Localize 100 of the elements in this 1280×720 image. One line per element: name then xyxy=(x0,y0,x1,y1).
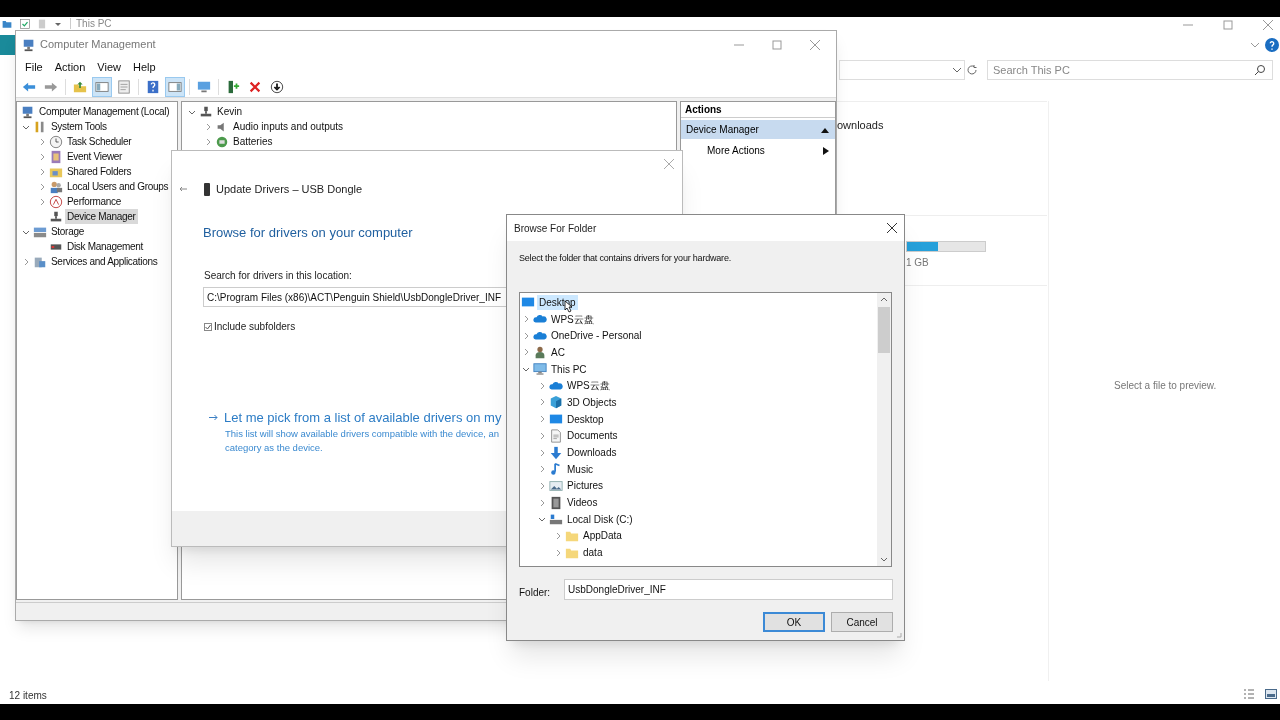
menu-item[interactable]: Action xyxy=(48,58,92,76)
dropdown-chevron-icon[interactable] xyxy=(952,65,962,75)
dialog-button[interactable]: Cancel xyxy=(831,612,893,632)
monitor-icon xyxy=(197,79,211,94)
folder-item[interactable]: Desktop xyxy=(565,411,606,427)
film-icon xyxy=(549,495,563,510)
computer-management-icon xyxy=(22,37,36,52)
tree-item[interactable]: Disk Management xyxy=(65,239,146,254)
folder-icon[interactable] xyxy=(2,18,12,29)
close-icon[interactable] xyxy=(887,223,897,233)
field-label: Search for drivers in this location: xyxy=(204,269,352,283)
tree-item[interactable]: Shared Folders xyxy=(65,164,134,179)
tree-item[interactable]: Local Users and Groups xyxy=(65,179,171,194)
pictures-icon xyxy=(549,478,563,493)
storage-reading: 1 GB xyxy=(906,256,929,270)
actions-pane-entry[interactable]: Device Manager xyxy=(681,120,835,139)
search-icon[interactable] xyxy=(1254,64,1266,76)
device-manager-icon xyxy=(199,104,213,119)
collapse-triangle-icon xyxy=(821,126,829,133)
scroll-down-icon[interactable] xyxy=(880,557,888,562)
document-icon[interactable] xyxy=(38,18,46,29)
preview-message: Select a file to preview. xyxy=(1114,379,1217,393)
submenu-triangle-icon xyxy=(823,146,829,155)
device-category[interactable]: Batteries xyxy=(231,134,275,149)
checkbox-icon[interactable] xyxy=(20,18,30,29)
refresh-icon[interactable] xyxy=(966,64,978,76)
folder-item[interactable]: WPS云盘 xyxy=(565,378,612,394)
device-category[interactable]: Audio inputs and outputs xyxy=(231,119,346,134)
folder-up-icon xyxy=(73,79,87,94)
instruction-text: Select the folder that contains drivers for your hardware. xyxy=(519,252,731,265)
document-icon xyxy=(549,428,563,443)
folder-label[interactable]: ownloads xyxy=(837,117,884,134)
folder-item[interactable]: 3D Objects xyxy=(565,394,619,410)
link-description: category as the device. xyxy=(225,441,324,455)
download-circle-icon xyxy=(270,79,284,94)
tree-item[interactable]: Storage xyxy=(49,224,86,239)
checked-checkbox[interactable] xyxy=(204,322,212,331)
users-icon xyxy=(49,179,63,194)
dialog-button[interactable]: OK xyxy=(763,612,825,632)
battery-icon xyxy=(215,134,229,149)
details-view-icon[interactable] xyxy=(1243,689,1255,699)
folder-item[interactable]: This PC xyxy=(549,361,589,377)
scrollbar-thumb[interactable] xyxy=(878,307,890,353)
monitor-icon xyxy=(533,362,547,377)
window-title: This PC xyxy=(70,18,112,29)
folder-item[interactable]: Local Disk (C:) xyxy=(565,511,635,527)
driver-list-link[interactable]: Let me pick from a list of available drivers on my xyxy=(224,408,502,428)
tree-item[interactable]: Performance xyxy=(65,194,123,209)
tree-item[interactable]: Event Viewer xyxy=(65,149,125,164)
window-title: Browse For Folder xyxy=(514,221,597,236)
drive-icon xyxy=(549,512,563,527)
properties-icon xyxy=(117,79,131,94)
resize-grip-icon[interactable] xyxy=(896,632,902,638)
folder-item[interactable]: OneDrive - Personal xyxy=(549,328,644,344)
console-tree-icon xyxy=(95,79,109,94)
folder-item[interactable]: data xyxy=(581,545,605,561)
link-description: This list will show available drivers compatible with the device, an xyxy=(225,427,500,441)
usb-dongle-icon xyxy=(204,182,210,196)
help-icon xyxy=(146,79,160,94)
folder-item[interactable]: AC xyxy=(549,344,567,360)
preview-pane-icon[interactable] xyxy=(1265,689,1277,699)
folder-item[interactable]: Music xyxy=(565,461,596,477)
tree-item[interactable]: Device Manager xyxy=(65,209,138,224)
tree-item[interactable]: Services and Applications xyxy=(49,254,160,269)
clock-icon xyxy=(49,134,63,149)
menu-item[interactable]: Help xyxy=(126,58,162,76)
cube-icon xyxy=(549,395,563,410)
folder-item[interactable]: Videos xyxy=(565,495,600,511)
right-arrow-icon xyxy=(209,414,218,422)
folder-item[interactable]: Documents xyxy=(565,428,620,444)
ribbon-tab[interactable] xyxy=(0,35,16,55)
window-title: Computer Management xyxy=(40,37,156,53)
folder-item[interactable]: WPS云盘 xyxy=(549,311,596,327)
tree-item[interactable]: System Tools xyxy=(49,119,109,134)
dialog-heading: Browse for drivers on your computer xyxy=(203,224,413,242)
computer-management-icon xyxy=(21,104,35,119)
tree-item[interactable]: Computer Management (Local) xyxy=(37,104,172,119)
download-arrow-icon xyxy=(549,445,563,460)
tools-icon xyxy=(33,119,47,134)
search-field[interactable]: Search This PC xyxy=(987,60,1273,80)
menu-item[interactable]: View xyxy=(91,58,127,76)
scroll-up-icon[interactable] xyxy=(880,297,888,302)
maximize-icon[interactable] xyxy=(1222,19,1234,31)
event-log-icon xyxy=(49,149,63,164)
actions-pane-entry[interactable]: More Actions xyxy=(681,141,835,160)
help-icon[interactable] xyxy=(1265,38,1279,52)
folder-item[interactable]: AppData xyxy=(581,528,624,544)
maximize-icon[interactable] xyxy=(772,39,782,50)
field-label: Folder: xyxy=(519,586,551,600)
expand-ribbon-chevron-icon[interactable] xyxy=(1250,40,1260,50)
update-driver-icon xyxy=(226,79,240,94)
folder-item[interactable]: Downloads xyxy=(565,445,619,461)
menu-item[interactable]: File xyxy=(19,58,49,76)
back-arrow-icon[interactable] xyxy=(179,186,187,192)
device-category[interactable]: Kevin xyxy=(215,104,244,119)
scrollbar[interactable] xyxy=(877,293,891,566)
folder-field[interactable]: UsbDongleDriver_INF xyxy=(564,579,893,600)
folder-item[interactable]: Pictures xyxy=(565,478,606,494)
actions-header: Actions xyxy=(681,102,835,118)
tree-item[interactable]: Task Scheduler xyxy=(65,134,134,149)
